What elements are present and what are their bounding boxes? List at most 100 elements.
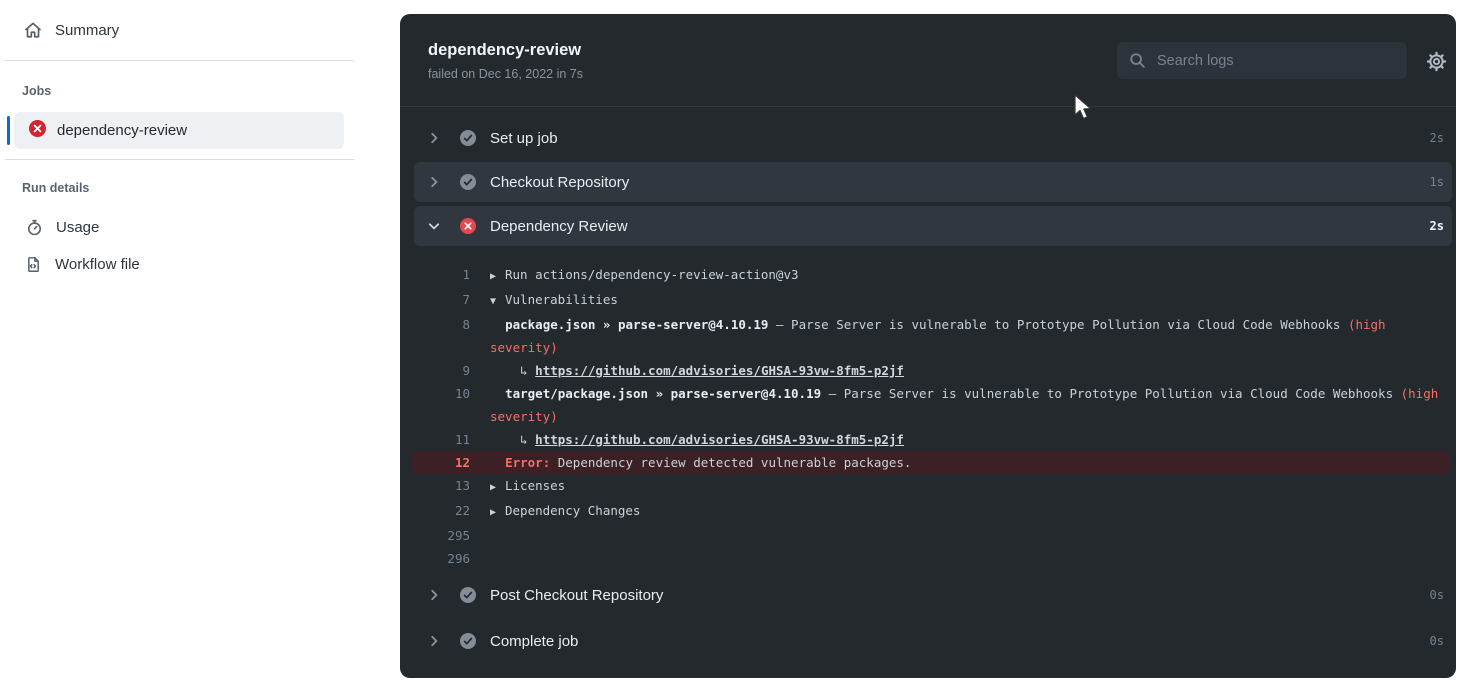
log-line: 7 ▼ Vulnerabilities xyxy=(412,288,1450,313)
log-line-text: Error: Dependency review detected vulner… xyxy=(490,451,1450,474)
log-segment: Vulnerabilities xyxy=(505,292,618,307)
log-line-number[interactable]: 295 xyxy=(412,524,470,547)
log-line-number[interactable]: 12 xyxy=(412,451,470,474)
step-row-set-up-job[interactable]: Set up job 2s xyxy=(414,118,1452,158)
log-segment: – Parse Server is vulnerable to Prototyp… xyxy=(821,386,1400,401)
search-input[interactable] xyxy=(1155,52,1389,70)
log-output: 1 ▶ Run actions/dependency-review-action@… xyxy=(400,263,1456,570)
step-name: Post Checkout Repository xyxy=(490,587,663,604)
active-job-accent-bar xyxy=(7,116,10,145)
log-segment xyxy=(490,386,505,401)
log-segment: Run actions/dependency-review-action@v3 xyxy=(505,267,799,282)
steps-list-top: Set up job 2s Checkout Repository 1s Depende… xyxy=(400,118,1456,250)
search-logs-box[interactable] xyxy=(1117,42,1407,79)
log-line-number[interactable]: 13 xyxy=(412,474,470,499)
chevron-right-icon[interactable] xyxy=(426,174,442,190)
x-circle-icon xyxy=(29,120,46,141)
check-circle-icon xyxy=(460,587,476,603)
jobs-section-header: Jobs xyxy=(22,84,51,98)
log-line-number[interactable]: 7 xyxy=(412,288,470,313)
home-icon xyxy=(24,21,42,39)
chevron-right-icon[interactable] xyxy=(426,587,442,603)
sidebar-item-label: Usage xyxy=(56,219,99,236)
file-code-icon xyxy=(24,255,42,273)
chevron-right-icon[interactable] xyxy=(426,130,442,146)
gear-icon xyxy=(1426,51,1447,72)
log-line-text: ▼ Vulnerabilities xyxy=(490,288,1450,313)
log-line-number[interactable]: 22 xyxy=(412,499,470,524)
log-line-text: target/package.json » parse-server@4.10.… xyxy=(490,382,1450,428)
log-segment: package.json » parse-server@4.10.19 xyxy=(505,317,768,332)
log-line: 295 xyxy=(412,524,1450,547)
step-name: Complete job xyxy=(490,633,578,650)
step-name: Set up job xyxy=(490,130,558,147)
job-label: dependency-review xyxy=(57,122,187,139)
log-line-text: ↳ https://github.com/advisories/GHSA-93v… xyxy=(490,359,1450,382)
step-row-checkout-repository[interactable]: Checkout Repository 1s xyxy=(414,162,1452,202)
job-status-summary: failed on Dec 16, 2022 in 7s xyxy=(428,67,583,81)
log-segment: Dependency review detected vulnerable pa… xyxy=(550,455,911,470)
log-segment: Licenses xyxy=(505,478,565,493)
log-line: 11 ↳ https://github.com/advisories/GHSA-… xyxy=(412,428,1450,451)
advisory-link[interactable]: https://github.com/advisories/GHSA-93vw-… xyxy=(535,432,904,447)
check-circle-icon xyxy=(460,174,476,190)
step-row-dependency-review[interactable]: Dependency Review 2s xyxy=(414,206,1452,246)
log-line-number[interactable]: 8 xyxy=(412,313,470,359)
log-line-number[interactable]: 11 xyxy=(412,428,470,451)
search-icon xyxy=(1129,52,1146,69)
sidebar-item-label: Summary xyxy=(55,22,119,39)
steps-list-bottom: Post Checkout Repository 0s Complete job0s xyxy=(400,575,1456,667)
header-divider xyxy=(400,106,1456,107)
log-segment xyxy=(490,455,505,470)
sidebar-item-workflow-file[interactable]: Workflow file xyxy=(24,255,140,273)
log-segment: Error: xyxy=(505,455,550,470)
log-settings-button[interactable] xyxy=(1425,50,1447,72)
log-line: 8 package.json » parse-server@4.10.19 – … xyxy=(412,313,1450,359)
sidebar-divider xyxy=(5,60,354,61)
chevron-down-icon[interactable] xyxy=(426,218,442,234)
step-row-complete-job[interactable]: Complete job0s xyxy=(414,621,1452,661)
sidebar-divider xyxy=(5,159,354,160)
log-line-number[interactable]: 296 xyxy=(412,547,470,570)
log-line-text: ↳ https://github.com/advisories/GHSA-93v… xyxy=(490,428,1450,451)
log-segment: Dependency Changes xyxy=(505,503,640,518)
log-line-number[interactable]: 1 xyxy=(412,263,470,288)
step-duration: 0s xyxy=(1430,588,1444,602)
step-duration: 2s xyxy=(1430,219,1444,233)
log-line-text xyxy=(490,547,1450,570)
step-name: Checkout Repository xyxy=(490,174,629,191)
run-details-section-header: Run details xyxy=(22,181,89,195)
step-row-post-checkout-repository[interactable]: Post Checkout Repository 0s xyxy=(414,575,1452,615)
log-line: 13 ▶ Licenses xyxy=(412,474,1450,499)
log-fold-arrow[interactable]: ▶ xyxy=(490,265,505,288)
log-line: 9 ↳ https://github.com/advisories/GHSA-9… xyxy=(412,359,1450,382)
sidebar-job-dependency-review[interactable]: dependency-review xyxy=(14,112,344,149)
step-name: Dependency Review xyxy=(490,218,628,235)
log-line-error: 12 Error: Dependency review detected vul… xyxy=(412,451,1450,474)
log-fold-arrow[interactable]: ▼ xyxy=(490,290,505,313)
step-duration: 1s xyxy=(1430,175,1444,189)
log-segment: – Parse Server is vulnerable to Prototyp… xyxy=(768,317,1347,332)
step-duration: 2s xyxy=(1430,131,1444,145)
advisory-link[interactable]: https://github.com/advisories/GHSA-93vw-… xyxy=(535,363,904,378)
chevron-right-icon[interactable] xyxy=(426,633,442,649)
log-line-text: package.json » parse-server@4.10.19 – Pa… xyxy=(490,313,1450,359)
stopwatch-icon xyxy=(25,218,43,236)
sidebar-item-usage[interactable]: Usage xyxy=(25,218,99,236)
sidebar-item-label: Workflow file xyxy=(55,256,140,273)
x-circle-icon xyxy=(460,218,476,234)
log-line-number[interactable]: 9 xyxy=(412,359,470,382)
log-line-number[interactable]: 10 xyxy=(412,382,470,428)
log-fold-arrow[interactable]: ▶ xyxy=(490,476,505,499)
log-segment: ↳ xyxy=(490,363,535,378)
log-line: 1 ▶ Run actions/dependency-review-action@… xyxy=(412,263,1450,288)
sidebar: Summary Jobs dependency-review Run detai… xyxy=(0,0,400,685)
log-line-text: ▶ Run actions/dependency-review-action@v… xyxy=(490,263,1450,288)
sidebar-item-summary[interactable]: Summary xyxy=(24,21,119,39)
check-circle-icon xyxy=(460,130,476,146)
log-fold-arrow[interactable]: ▶ xyxy=(490,501,505,524)
job-log-panel: dependency-review failed on Dec 16, 2022… xyxy=(400,14,1456,678)
check-circle-icon xyxy=(460,633,476,649)
log-line: 296 xyxy=(412,547,1450,570)
log-line-text: ▶ Dependency Changes xyxy=(490,499,1450,524)
